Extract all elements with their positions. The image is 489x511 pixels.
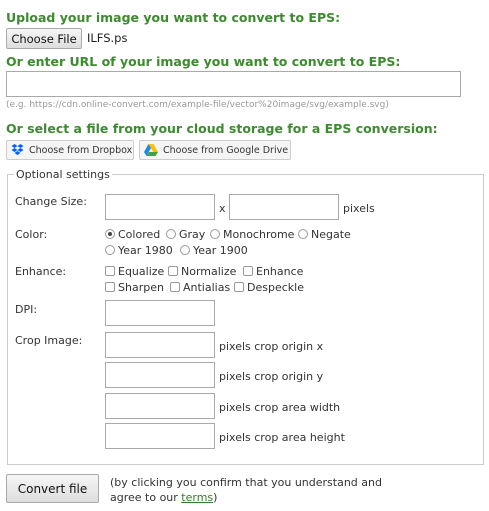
url-example-hint: (e.g. https://cdn.online-convert.com/exa… (6, 100, 389, 110)
enhance-option-sharpen[interactable]: Sharpen (105, 281, 164, 294)
crop-area-width-label: pixels crop area width (219, 401, 341, 414)
google-drive-icon (144, 144, 158, 156)
convert-note-line1: (by clicking you confirm that you unders… (110, 476, 382, 489)
enhance-option-equalize[interactable]: Equalize (105, 265, 164, 278)
checkbox-antialias[interactable] (170, 282, 180, 292)
enhance-option-enhance[interactable]: Enhance (243, 265, 303, 278)
checkbox-normalize[interactable] (168, 266, 178, 276)
size-width-input[interactable] (105, 194, 215, 220)
dpi-label: DPI: (15, 303, 38, 316)
size-unit-label: pixels (343, 202, 375, 215)
google-drive-button[interactable]: Choose from Google Drive (139, 140, 291, 160)
color-option-year-1900[interactable]: Year 1900 (180, 244, 248, 257)
radio-year-1980[interactable] (105, 245, 115, 255)
size-height-input[interactable] (229, 194, 339, 220)
terms-link[interactable]: terms (181, 491, 213, 504)
radio-gray[interactable] (166, 229, 176, 239)
checkbox-equalize[interactable] (105, 266, 115, 276)
checkbox-enhance[interactable] (243, 266, 253, 276)
cloud-heading: Or select a file from your cloud storage… (6, 121, 438, 136)
crop-origin-x-input[interactable] (105, 332, 215, 358)
color-label: Color: (15, 228, 48, 241)
choose-file-button[interactable]: Choose File (6, 28, 82, 49)
color-option-gray[interactable]: Gray (166, 228, 205, 241)
dpi-input[interactable] (105, 300, 215, 326)
convert-file-button[interactable]: Convert file (6, 474, 99, 503)
enhance-label: Enhance: (15, 265, 67, 278)
url-heading: Or enter URL of your image you want to c… (6, 54, 401, 69)
selected-file-name: ILFS.ps (87, 31, 128, 45)
checkbox-sharpen[interactable] (105, 282, 115, 292)
enhance-option-despeckle[interactable]: Despeckle (234, 281, 304, 294)
url-input[interactable] (6, 71, 461, 97)
color-option-colored[interactable]: Colored (105, 228, 160, 241)
google-drive-button-label: Choose from Google Drive (163, 144, 289, 156)
crop-area-height-label: pixels crop area height (219, 431, 345, 444)
crop-origin-y-label: pixels crop origin y (219, 370, 324, 383)
enhance-option-antialias[interactable]: Antialias (170, 281, 230, 294)
optional-settings-legend: Optional settings (16, 168, 110, 181)
crop-origin-x-label: pixels crop origin x (219, 340, 324, 353)
convert-note-line2: agree to our terms) (110, 491, 218, 504)
crop-area-height-input[interactable] (105, 423, 215, 449)
crop-image-label: Crop Image: (15, 334, 83, 347)
radio-negate[interactable] (298, 229, 308, 239)
convert-note: (by clicking you confirm that you unders… (110, 475, 382, 505)
dropbox-icon (11, 144, 24, 155)
radio-colored[interactable] (105, 229, 115, 239)
enhance-option-normalize[interactable]: Normalize (168, 265, 236, 278)
color-option-negate[interactable]: Negate (298, 228, 351, 241)
size-separator: x (219, 202, 226, 215)
dropbox-button[interactable]: Choose from Dropbox (6, 140, 134, 160)
radio-monochrome[interactable] (210, 229, 220, 239)
upload-heading: Upload your image you want to convert to… (6, 10, 341, 25)
dropbox-button-label: Choose from Dropbox (29, 144, 133, 156)
change-size-label: Change Size: (15, 195, 87, 208)
checkbox-despeckle[interactable] (234, 282, 244, 292)
color-option-year-1980[interactable]: Year 1980 (105, 244, 173, 257)
crop-area-width-input[interactable] (105, 393, 215, 419)
crop-origin-y-input[interactable] (105, 362, 215, 388)
radio-year-1900[interactable] (180, 245, 190, 255)
color-option-monochrome[interactable]: Monochrome (210, 228, 294, 241)
